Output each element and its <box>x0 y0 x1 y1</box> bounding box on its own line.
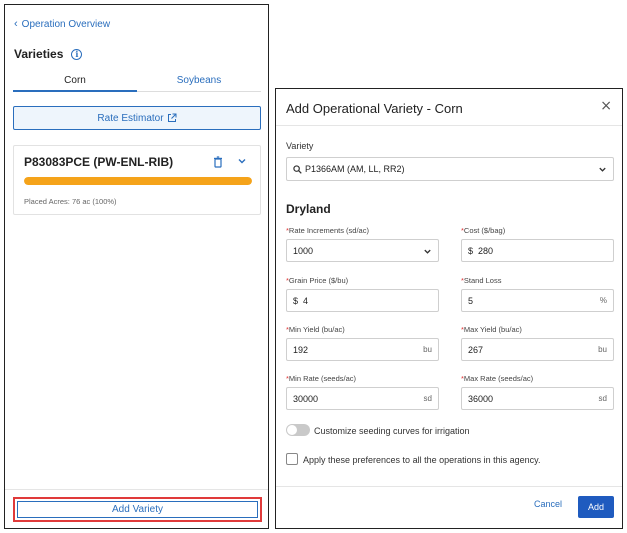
chevron-left-icon: ‹ <box>14 18 18 30</box>
modal-footer-divider <box>276 486 622 487</box>
max-rate-input[interactable]: 36000 sd <box>461 387 614 410</box>
tab-soybeans[interactable]: Soybeans <box>137 68 261 91</box>
min-yield-label: *Min Yield (bu/ac) <box>286 325 345 334</box>
chevron-down-icon <box>599 167 606 172</box>
stand-loss-label: *Stand Loss <box>461 276 502 285</box>
max-yield-label: *Max Yield (bu/ac) <box>461 325 522 334</box>
placed-acres-progress-bar <box>24 177 252 185</box>
grain-price-value: 4 <box>303 295 309 306</box>
add-button[interactable]: Add <box>578 496 614 518</box>
stand-loss-input[interactable]: 5 % <box>461 289 614 312</box>
back-link-operation-overview[interactable]: ‹ Operation Overview <box>14 18 111 31</box>
min-yield-input[interactable]: 192 bu <box>286 338 439 361</box>
add-variety-highlight: Add Variety <box>13 497 262 522</box>
max-rate-label: *Max Rate (seeds/ac) <box>461 374 534 383</box>
grain-price-label: *Grain Price ($/bu) <box>286 276 349 285</box>
cost-label: *Cost ($/bag) <box>461 226 506 235</box>
back-link-label: Operation Overview <box>21 19 111 30</box>
trash-icon[interactable] <box>212 156 224 168</box>
chevron-down-icon[interactable] <box>236 155 248 167</box>
variety-field-label: Variety <box>286 141 314 151</box>
rate-estimator-label: Rate Estimator <box>97 112 164 124</box>
toggle-knob <box>287 425 297 435</box>
stand-loss-suffix: % <box>599 296 607 305</box>
max-rate-suffix: sd <box>598 394 607 403</box>
max-yield-input[interactable]: 267 bu <box>461 338 614 361</box>
external-link-icon <box>167 113 177 122</box>
max-yield-value: 267 <box>468 344 484 355</box>
close-icon[interactable]: × <box>600 98 612 114</box>
footer-divider <box>5 489 268 490</box>
varieties-title: Varieties <box>14 47 64 61</box>
cancel-button[interactable]: Cancel <box>534 499 562 509</box>
varieties-heading: Varieties i <box>14 47 83 61</box>
rate-increments-label: *Rate Increments (sd/ac) <box>286 226 369 235</box>
irrigation-toggle-label: Customize seeding curves for irrigation <box>314 426 470 436</box>
min-yield-value: 192 <box>293 344 309 355</box>
modal-header: Add Operational Variety - Corn × <box>276 89 622 126</box>
cost-input[interactable]: $ 280 <box>461 239 614 262</box>
min-rate-label: *Min Rate (seeds/ac) <box>286 374 357 383</box>
apply-all-label: Apply these preferences to all the opera… <box>303 455 541 465</box>
dryland-heading: Dryland <box>286 202 331 216</box>
min-rate-suffix: sd <box>423 394 432 403</box>
grain-price-prefix: $ <box>293 295 299 306</box>
add-variety-modal: Add Operational Variety - Corn × Variety… <box>275 88 623 529</box>
cost-value: 280 <box>478 245 494 256</box>
rate-estimator-button[interactable]: Rate Estimator <box>13 106 261 130</box>
modal-title: Add Operational Variety - Corn <box>286 101 463 116</box>
placed-acres-text: Placed Acres: 76 ac (100%) <box>24 197 117 206</box>
info-icon[interactable]: i <box>71 48 83 60</box>
max-yield-suffix: bu <box>598 345 607 354</box>
varieties-panel: ‹ Operation Overview Varieties i Corn So… <box>4 4 269 529</box>
min-yield-suffix: bu <box>423 345 432 354</box>
crop-tabs: Corn Soybeans <box>13 68 261 92</box>
tab-corn[interactable]: Corn <box>13 68 137 92</box>
min-rate-input[interactable]: 30000 sd <box>286 387 439 410</box>
min-rate-value: 30000 <box>293 393 319 404</box>
search-icon <box>293 164 302 174</box>
rate-increments-select[interactable]: 1000 <box>286 239 439 262</box>
apply-all-checkbox[interactable] <box>286 453 298 465</box>
placed-acres-progress-fill <box>24 177 252 185</box>
variety-card: P83083PCE (PW-ENL-RIB) Placed Acres: 76 … <box>13 145 261 215</box>
irrigation-toggle[interactable] <box>286 424 310 436</box>
cost-prefix: $ <box>468 245 474 256</box>
variety-name: P83083PCE (PW-ENL-RIB) <box>24 155 174 169</box>
grain-price-input[interactable]: $ 4 <box>286 289 439 312</box>
add-variety-button[interactable]: Add Variety <box>17 501 258 518</box>
rate-increments-value: 1000 <box>293 245 314 256</box>
variety-select[interactable]: P1366AM (AM, LL, RR2) <box>286 157 614 181</box>
variety-select-value: P1366AM (AM, LL, RR2) <box>305 164 405 174</box>
stand-loss-value: 5 <box>468 295 474 306</box>
max-rate-value: 36000 <box>468 393 494 404</box>
chevron-down-icon <box>424 249 431 254</box>
